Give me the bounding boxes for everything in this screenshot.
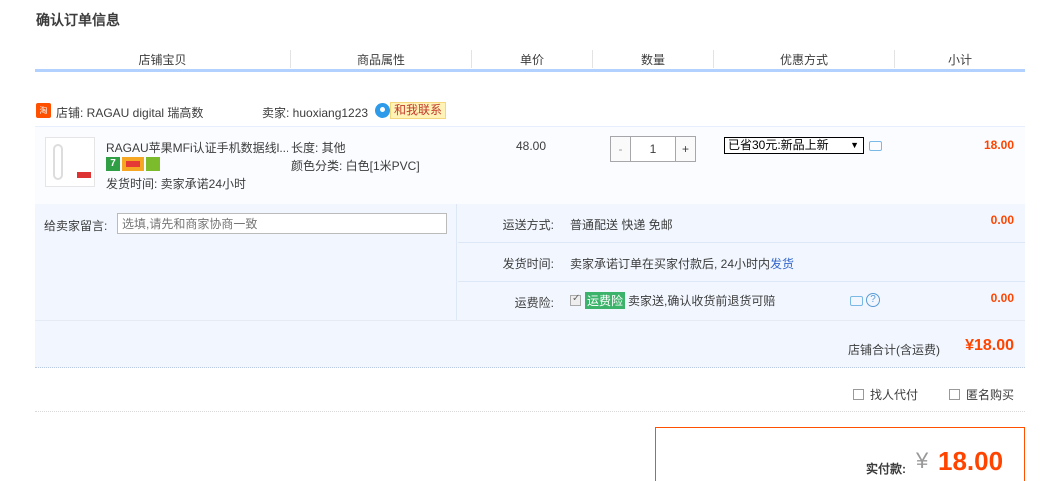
unit-price: 48.00 — [516, 139, 547, 153]
shipping-method-row: 运送方式: 普通配送 快递 免邮 0.00 — [458, 204, 1025, 243]
shop-total-amount: ¥18.00 — [965, 337, 1014, 354]
anonymous-label: 匿名购买 — [966, 388, 1015, 402]
seven-day-return-icon[interactable]: 7 — [106, 157, 120, 171]
taobao-shop-icon: 淘 — [36, 103, 51, 118]
insurance-fee: 0.00 — [990, 291, 1014, 305]
payment-summary: 实付款: ¥ 18.00 — [655, 427, 1025, 481]
payment-label: 实付款: — [866, 462, 906, 476]
service-badges: 7 — [106, 157, 162, 173]
credit-card-icon[interactable] — [122, 157, 144, 171]
shop-row: 淘 店铺: RAGAU digital 瑞高数 卖家: huoxiang1223… — [35, 100, 1025, 124]
shipping-method-value: 普通配送 快递 免邮 — [570, 218, 673, 232]
discount-selected-value: 已省30元:新品上新 — [728, 138, 829, 152]
quantity-stepper: - + — [610, 136, 696, 162]
col-attributes: 商品属性 — [356, 53, 405, 67]
quantity-input[interactable] — [632, 137, 674, 161]
shipping-method-label: 运送方式: — [502, 218, 554, 232]
quantity-decrease-button[interactable]: - — [611, 137, 631, 161]
col-unit-price: 单价 — [519, 53, 544, 67]
ship-time-row: 发货时间: 卖家承诺订单在买家付款后, 24小时内发货 — [458, 243, 1025, 282]
page-title: 确认订单信息 — [36, 12, 120, 28]
agent-pay-checkbox[interactable] — [853, 389, 864, 400]
insurance-label: 运费险: — [514, 296, 554, 310]
order-options: 找人代付 匿名购买 — [35, 374, 1025, 412]
seller-message-input[interactable] — [117, 213, 447, 234]
seller-name: 卖家: huoxiang1223 — [262, 106, 369, 120]
shipping-insurance-row: 运费险: 运费险卖家送,确认收货前退货可赔 ? 0.00 — [458, 282, 1025, 320]
cable-image — [53, 144, 63, 180]
col-discount: 优惠方式 — [779, 53, 828, 67]
insurance-text: 卖家送,确认收货前退货可赔 — [628, 294, 776, 308]
gift-icon[interactable] — [146, 157, 160, 171]
insurance-checkbox[interactable] — [570, 293, 581, 306]
dropdown-arrow-icon: ▼ — [850, 140, 859, 150]
attr-color: 颜色分类: 白色[1米PVC] — [291, 159, 420, 173]
agent-pay-option[interactable]: 找人代付 — [853, 386, 918, 403]
currency-symbol: ¥ — [916, 448, 929, 473]
help-icon[interactable]: ? — [866, 293, 880, 307]
discount-select[interactable]: 已省30元:新品上新 ▼ — [724, 137, 864, 154]
shop-total-label: 店铺合计(含运费) — [848, 343, 940, 357]
quantity-increase-button[interactable]: + — [675, 137, 695, 161]
ship-time: 发货时间: 卖家承诺24小时 — [106, 177, 247, 191]
shipping-fee: 0.00 — [990, 213, 1014, 227]
item-subtotal: 18.00 — [983, 138, 1014, 152]
wangwang-chat-icon[interactable] — [375, 103, 390, 118]
ship-time-label: 发货时间: — [502, 257, 554, 271]
order-item: RAGAU苹果MFi认证手机数据线l... 7 发货时间: 卖家承诺24小时 长… — [35, 126, 1025, 204]
insurance-tag: 运费险 — [585, 292, 626, 309]
message-bubble-icon[interactable] — [850, 296, 863, 306]
agent-pay-label: 找人代付 — [870, 388, 919, 402]
col-shop-item: 店铺宝贝 — [138, 53, 187, 67]
anonymous-checkbox[interactable] — [949, 389, 960, 400]
message-bubble-icon[interactable] — [869, 141, 882, 151]
order-extras: 给卖家留言: 运送方式: 普通配送 快递 免邮 0.00 发货时间: 卖家承诺订… — [35, 204, 1025, 368]
thumbnail-tag — [77, 172, 91, 178]
col-quantity: 数量 — [640, 53, 665, 67]
ship-link[interactable]: 发货 — [770, 257, 794, 271]
ship-time-value: 卖家承诺订单在买家付款后, 24小时内发货 — [570, 255, 794, 272]
contact-seller-button[interactable]: 和我联系 — [390, 102, 447, 119]
column-header: 店铺宝贝 商品属性 单价 数量 优惠方式 小计 — [35, 48, 1025, 72]
anonymous-option[interactable]: 匿名购买 — [949, 386, 1014, 403]
message-label: 给卖家留言: — [44, 219, 108, 233]
shop-total-row: 店铺合计(含运费) ¥18.00 — [35, 320, 1025, 368]
shop-name[interactable]: 店铺: RAGAU digital 瑞高数 — [56, 104, 203, 121]
product-thumbnail[interactable] — [45, 137, 95, 187]
col-subtotal: 小计 — [947, 53, 972, 67]
payment-amount: 18.00 — [938, 446, 1004, 476]
product-title-link[interactable]: RAGAU苹果MFi认证手机数据线l... — [106, 139, 288, 156]
attr-length: 长度: 其他 — [291, 141, 346, 155]
insurance-value: 运费险卖家送,确认收货前退货可赔 — [570, 292, 775, 309]
message-block: 给卖家留言: — [35, 204, 457, 320]
ship-time-text: 卖家承诺订单在买家付款后, 24小时内 — [570, 257, 771, 271]
